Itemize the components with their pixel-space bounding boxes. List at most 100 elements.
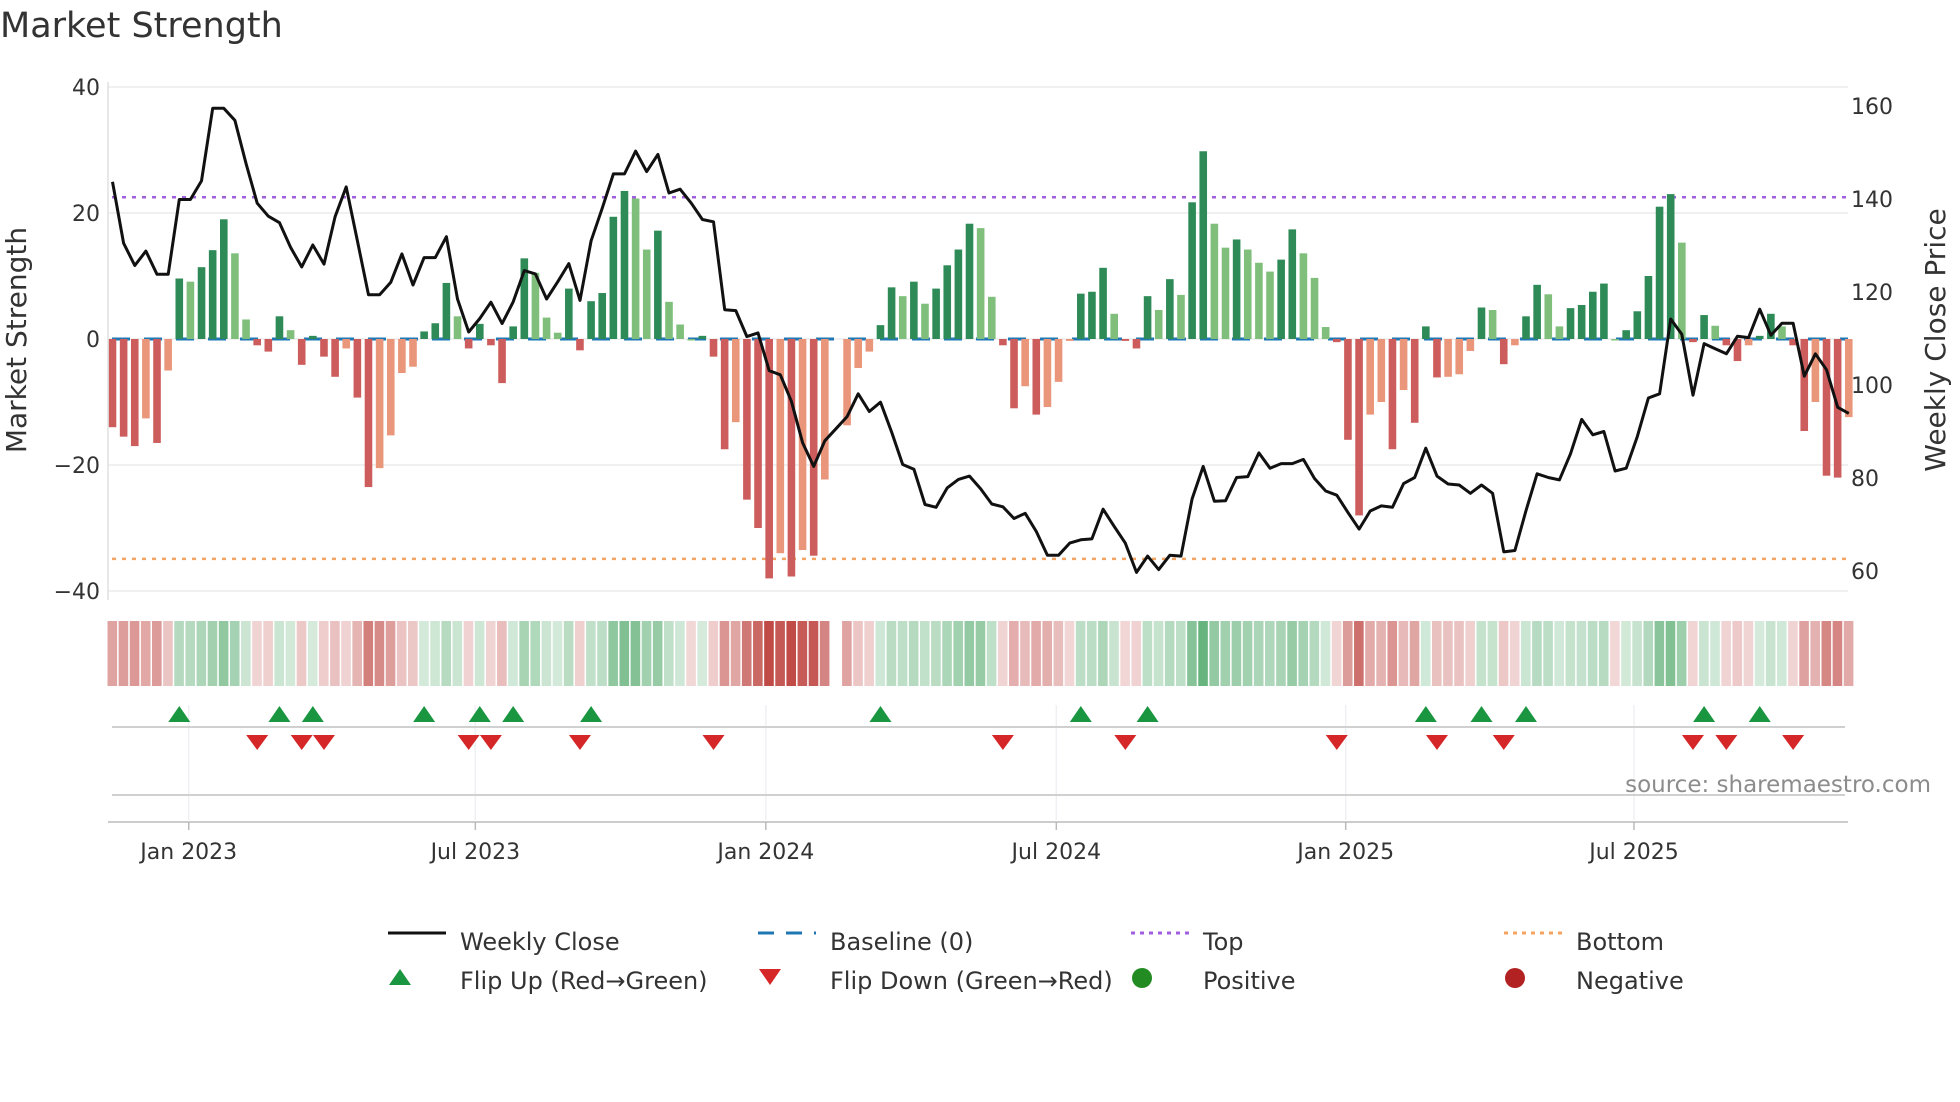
- strength-bar: [1177, 294, 1185, 339]
- strength-bar: [1088, 291, 1096, 339]
- flip-up-marker: [1136, 706, 1159, 722]
- strip-cell: [786, 621, 797, 686]
- strip-cell: [1064, 621, 1075, 686]
- strength-bar: [197, 267, 206, 339]
- strength-bar: [1544, 294, 1553, 339]
- strength-bar: [1700, 315, 1708, 339]
- strength-bar: [1533, 284, 1541, 339]
- strength-bar: [1065, 339, 1074, 341]
- strip-cell: [1287, 621, 1297, 686]
- legend-label: Baseline (0): [830, 928, 974, 956]
- flip-up-marker: [268, 706, 291, 722]
- strip-cell: [1309, 621, 1320, 686]
- strength-bar: [1132, 339, 1141, 349]
- strength-bar: [1221, 247, 1230, 339]
- flip-up-marker: [468, 706, 491, 722]
- strip-cell: [652, 621, 663, 686]
- strength-bar: [932, 288, 940, 339]
- strength-bar: [409, 339, 417, 367]
- strength-bar: [253, 339, 261, 346]
- strength-bar: [1388, 339, 1397, 450]
- strength-bar: [275, 316, 284, 339]
- strip-cell: [207, 621, 218, 686]
- strip-cell: [619, 621, 630, 686]
- strip-cell: [1699, 621, 1709, 686]
- flip-up-marker: [1414, 706, 1437, 722]
- strength-bar: [186, 281, 195, 339]
- strength-bar: [208, 250, 217, 339]
- strip-cell: [753, 621, 763, 686]
- strip-cell: [942, 621, 952, 686]
- strength-bar: [809, 339, 818, 556]
- flip-up-marker: [413, 706, 436, 722]
- strength-bar: [1299, 253, 1308, 339]
- strength-bar: [598, 293, 607, 339]
- strength-bar: [509, 326, 517, 339]
- strength-bar: [420, 331, 428, 339]
- strength-bar: [1588, 291, 1597, 339]
- strip-cell: [1209, 621, 1219, 686]
- legend-label: Negative: [1576, 967, 1684, 995]
- x-tick-label: Jul 2023: [429, 840, 521, 865]
- strip-cell: [1754, 621, 1765, 686]
- strip-cell: [1409, 621, 1420, 686]
- strip-cell: [519, 621, 529, 686]
- strip-cell: [719, 621, 730, 686]
- strength-bar: [1622, 330, 1630, 339]
- strip-cell: [174, 621, 184, 686]
- strength-bar: [1522, 316, 1530, 339]
- strip-cell: [741, 621, 752, 686]
- legend-item-top: Top: [1131, 928, 1244, 956]
- strip-cell: [1365, 621, 1375, 686]
- strip-cell: [1621, 621, 1631, 686]
- strip-cell: [1242, 621, 1253, 686]
- flip-up-marker: [1470, 706, 1493, 722]
- strength-bar: [1366, 339, 1374, 415]
- strength-bar: [1689, 339, 1697, 343]
- strength-bar: [1466, 339, 1475, 351]
- strip-cell: [530, 621, 541, 686]
- source-label: source: sharemaestro.com: [1625, 772, 1931, 798]
- strip-cell: [1732, 621, 1743, 686]
- strength-bar: [1032, 339, 1041, 415]
- strength-bar: [1321, 327, 1330, 339]
- legend-label: Flip Down (Green→Red): [830, 967, 1113, 995]
- strip-cell: [241, 621, 251, 686]
- strength-bar: [498, 339, 506, 384]
- strength-bar: [720, 339, 729, 450]
- strip-cell: [664, 621, 674, 686]
- strength-bar: [954, 249, 963, 339]
- strip-cell: [229, 621, 240, 686]
- flip-down-marker: [1715, 735, 1738, 750]
- strength-bar: [342, 339, 351, 349]
- strip-cell: [797, 621, 808, 686]
- strength-bar: [1477, 307, 1486, 339]
- strength-bar: [1488, 310, 1497, 339]
- strength-bar: [487, 339, 495, 346]
- y2-tick-label: 100: [1851, 374, 1893, 399]
- strength-bar: [309, 335, 317, 339]
- strength-bar: [542, 317, 551, 339]
- strength-bar: [709, 339, 718, 357]
- strength-bar: [1566, 308, 1575, 339]
- market-strength-chart: 40 20 0 −20 −40 160 140 120 100 80 60 Jan 2023 Jul 2…: [0, 76, 1952, 865]
- baseline-icon: [758, 930, 818, 954]
- strip-cell: [1509, 621, 1520, 686]
- strength-bar: [776, 339, 785, 554]
- strip-cell: [1799, 621, 1809, 686]
- strength-bar: [297, 339, 306, 365]
- strength-bar: [1511, 339, 1519, 346]
- strip-cell: [1610, 621, 1620, 686]
- strength-bar: [1655, 206, 1664, 339]
- strength-bar: [943, 265, 952, 339]
- strip-cell: [819, 621, 830, 686]
- strip-cell: [608, 621, 618, 686]
- flip-up-marker: [1069, 706, 1092, 722]
- negative-icon: [1504, 968, 1564, 993]
- strip-cell: [1253, 621, 1264, 686]
- strip-cell: [1431, 621, 1442, 686]
- strip-cell: [675, 621, 685, 686]
- strip-cell: [853, 621, 863, 686]
- strength-bar: [1110, 313, 1118, 339]
- strength-bar: [1600, 283, 1608, 339]
